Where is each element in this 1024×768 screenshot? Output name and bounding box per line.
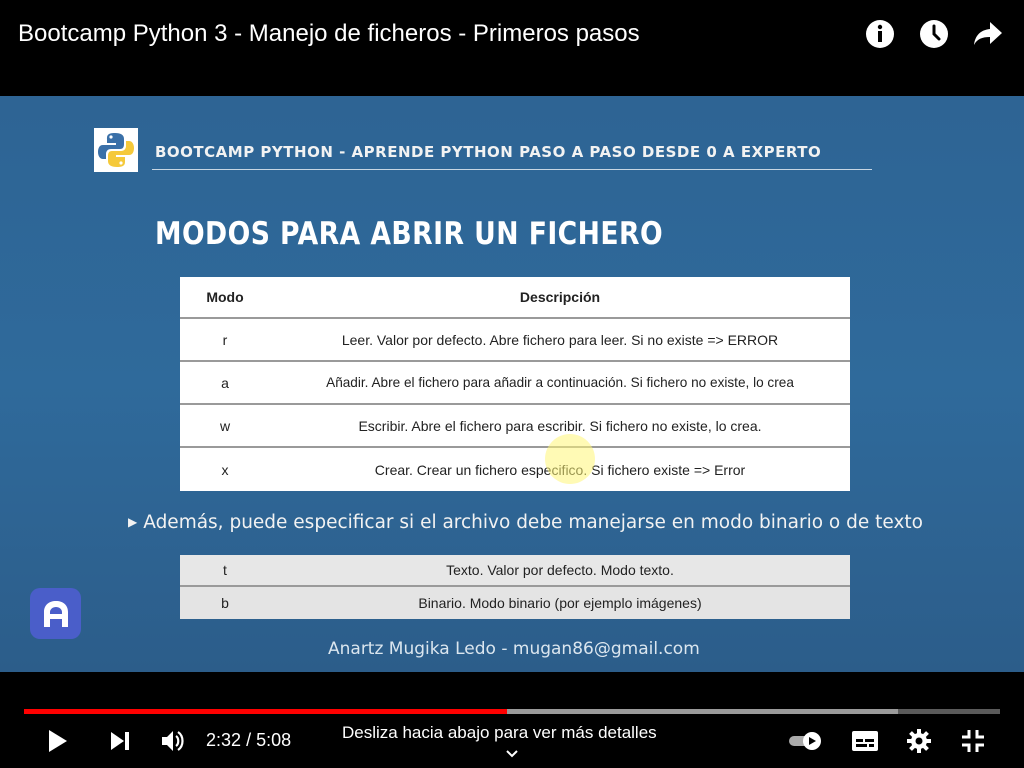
mode-cell: a xyxy=(221,374,229,391)
channel-logo-icon[interactable] xyxy=(30,588,81,639)
progress-played xyxy=(24,709,508,714)
description-cell: Texto. Valor por defecto. Modo texto. xyxy=(446,562,674,578)
info-icon[interactable] xyxy=(864,18,896,50)
exit-fullscreen-icon xyxy=(962,730,984,752)
share-icon[interactable] xyxy=(972,18,1004,50)
description-cell: Binario. Modo binario (por ejemplo imáge… xyxy=(418,595,702,611)
table-row: a Añadir. Abre el fichero para añadir a … xyxy=(180,362,850,405)
video-frame[interactable]: BOOTCAMP PYTHON - APRENDE PYTHON PASO A … xyxy=(0,96,1024,672)
time-separator: / xyxy=(246,730,252,750)
table-row: r Leer. Valor por defecto. Abre fichero … xyxy=(180,319,850,362)
column-header-description: Descripción xyxy=(519,289,601,305)
autoplay-toggle[interactable] xyxy=(788,728,824,754)
table-row: t Texto. Valor por defecto. Modo texto. xyxy=(180,555,850,587)
mode-cell: x xyxy=(221,461,229,478)
current-time: 2:32 xyxy=(206,730,242,750)
settings-button[interactable] xyxy=(906,728,932,754)
player-controls: 2:32 / 5:08 Desliza hacia abajo para ver… xyxy=(0,672,1024,768)
chevron-down-icon[interactable] xyxy=(505,744,519,763)
mode-cell: t xyxy=(223,562,227,578)
bullet-arrow-icon: ▶ xyxy=(128,515,138,529)
note-text: Además, puede especificar si el archivo … xyxy=(143,512,923,533)
next-button[interactable] xyxy=(108,728,132,754)
settings-icon xyxy=(907,729,931,753)
subtitles-icon xyxy=(852,731,878,751)
duration: 5:08 xyxy=(256,730,292,750)
exit-fullscreen-button[interactable] xyxy=(960,728,986,754)
slide-note: ▶ Además, puede especificar si el archivo… xyxy=(128,512,923,533)
top-actions xyxy=(864,18,1004,50)
mode-cell: w xyxy=(219,417,231,434)
slide-title: MODOS PARA ABRIR UN FICHERO xyxy=(155,216,664,252)
python-logo-icon xyxy=(94,128,138,172)
swipe-hint: Desliza hacia abajo para ver más detalle… xyxy=(342,723,657,742)
autoplay-toggle-icon xyxy=(789,732,821,750)
play-icon xyxy=(49,730,67,752)
clock-icon[interactable] xyxy=(918,18,950,50)
volume-button[interactable] xyxy=(160,728,186,754)
time-display: 2:32 / 5:08 xyxy=(206,730,291,751)
table-row: w Escribir. Abre el fichero para escribi… xyxy=(180,405,850,448)
video-title[interactable]: Bootcamp Python 3 - Manejo de ficheros -… xyxy=(18,20,640,48)
mode-cell: r xyxy=(222,331,228,348)
table-row: b Binario. Modo binario (por ejemplo imá… xyxy=(180,587,850,619)
progress-bar[interactable] xyxy=(24,709,1000,714)
mode-cell: b xyxy=(221,595,229,611)
play-button[interactable] xyxy=(44,728,70,754)
header-divider xyxy=(152,169,872,170)
description-cell: Leer. Valor por defecto. Abre fichero pa… xyxy=(341,331,779,348)
top-bar: Bootcamp Python 3 - Manejo de ficheros -… xyxy=(0,0,1024,96)
subtitles-button[interactable] xyxy=(851,728,879,754)
table-row: x Crear. Crear un fichero especifico. Si… xyxy=(180,448,850,491)
modes-table: Modo Descripción r Leer. Valor por defec… xyxy=(180,277,850,491)
cursor-highlight xyxy=(545,434,595,484)
description-cell: Añadir. Abre el fichero para añadir a co… xyxy=(326,375,794,390)
slide-header: BOOTCAMP PYTHON - APRENDE PYTHON PASO A … xyxy=(155,143,822,161)
next-icon xyxy=(111,732,129,750)
volume-icon xyxy=(162,731,184,751)
author-credit: Anartz Mugika Ledo - mugan86@gmail.com xyxy=(328,639,700,659)
column-header-mode: Modo xyxy=(206,289,244,305)
text-binary-table: t Texto. Valor por defecto. Modo texto. … xyxy=(180,555,850,619)
table-header-row: Modo Descripción xyxy=(180,277,850,319)
description-cell: Escribir. Abre el fichero para escribir.… xyxy=(358,417,762,434)
